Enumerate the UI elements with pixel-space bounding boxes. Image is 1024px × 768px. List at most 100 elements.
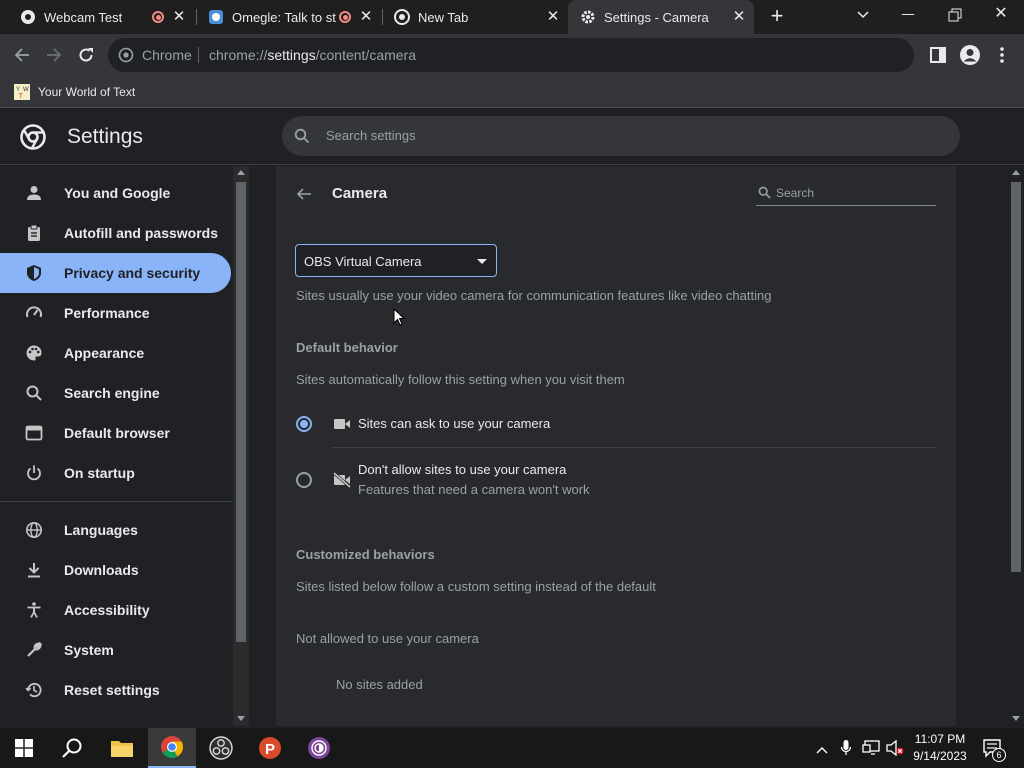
sidebar-item-label: Default browser <box>64 425 170 441</box>
svg-text:Y: Y <box>16 87 20 93</box>
obs-studio-icon[interactable] <box>197 728 245 768</box>
sidebar-item-reset-settings[interactable]: Reset settings <box>0 670 231 710</box>
chrome-taskbar-icon[interactable] <box>148 728 196 768</box>
sidebar-item-performance[interactable]: Performance <box>0 293 231 333</box>
settings-sidebar: You and Google Autofill and passwords Pr… <box>0 166 232 726</box>
chrome-favicon <box>394 9 410 25</box>
new-tab-button[interactable]: + <box>766 5 788 28</box>
scroll-down-arrow-icon[interactable] <box>237 716 245 721</box>
sidebar-item-languages[interactable]: Languages <box>0 510 231 550</box>
camera-search-input[interactable]: Search <box>756 184 936 206</box>
close-tab-icon[interactable]: ✕ <box>546 9 560 24</box>
scroll-up-arrow-icon[interactable] <box>237 170 245 175</box>
option-divider <box>332 447 936 448</box>
tray-chevron-up-icon[interactable] <box>816 742 828 754</box>
scroll-up-arrow-icon[interactable] <box>1012 170 1020 175</box>
camera-device-selected: OBS Virtual Camera <box>304 254 422 269</box>
profile-avatar[interactable] <box>958 43 982 67</box>
tab-title: Settings - Camera <box>604 9 709 25</box>
main-scrollbar-thumb[interactable] <box>1011 182 1021 572</box>
sidebar-item-downloads[interactable]: Downloads <box>0 550 231 590</box>
svg-text:T: T <box>19 94 23 100</box>
tab-settings-camera[interactable]: Settings - Camera ✕ <box>568 0 754 34</box>
network-icon[interactable] <box>862 740 880 756</box>
url-host: chrome:// <box>209 47 268 63</box>
microphone-icon[interactable] <box>840 739 852 757</box>
recording-icon <box>339 11 351 23</box>
forward-button[interactable] <box>42 43 66 67</box>
sidebar-item-on-startup[interactable]: On startup <box>0 453 231 493</box>
sidebar-scrollbar-thumb[interactable] <box>236 182 246 642</box>
sidebar-scrollbar[interactable] <box>233 166 249 726</box>
url-text: chrome://settings/content/camera <box>209 47 416 63</box>
tor-browser-icon[interactable] <box>295 728 343 768</box>
address-bar[interactable]: Chrome chrome://settings/content/camera <box>108 38 914 72</box>
no-sites-added: No sites added <box>336 677 423 692</box>
tab-omegle[interactable]: Omegle: Talk to str ✕ <box>196 0 382 34</box>
tab-webcam-test[interactable]: Webcam Test ✕ <box>0 0 196 34</box>
scroll-down-arrow-icon[interactable] <box>1012 716 1020 721</box>
sidebar-item-label: Accessibility <box>64 602 150 618</box>
url-scheme-label: Chrome <box>142 47 192 63</box>
back-button[interactable] <box>10 43 34 67</box>
taskbar-search-button[interactable] <box>48 728 96 768</box>
bookmark-your-world-of-text[interactable]: YWT Your World of Text <box>14 82 135 102</box>
browser-icon <box>24 423 44 443</box>
close-tab-icon[interactable]: ✕ <box>732 9 746 24</box>
palette-icon <box>24 343 44 363</box>
sidebar-item-label: Downloads <box>64 562 139 578</box>
sidebar-item-privacy-and-security[interactable]: Privacy and security <box>0 253 231 293</box>
url-bold: settings <box>267 47 316 63</box>
main-scrollbar[interactable] <box>1008 166 1024 726</box>
camera-device-select[interactable]: OBS Virtual Camera <box>295 244 497 277</box>
camera-settings-card: Camera Search OBS Virtual Camera Sites u… <box>276 166 956 726</box>
accessibility-icon <box>24 600 44 620</box>
sidebar-item-system[interactable]: System <box>0 630 231 670</box>
close-tab-icon[interactable]: ✕ <box>359 9 373 24</box>
restore-button[interactable] <box>948 8 962 22</box>
sidebar-item-accessibility[interactable]: Accessibility <box>0 590 231 630</box>
p-app-icon[interactable]: P <box>246 728 294 768</box>
reload-button[interactable] <box>74 43 98 67</box>
file-explorer-icon[interactable] <box>98 728 146 768</box>
side-panel-icon[interactable] <box>926 43 950 67</box>
option-allow-row[interactable]: Sites can ask to use your camera <box>276 404 936 446</box>
customized-behaviors-title: Customized behaviors <box>296 547 435 562</box>
tab-title: Webcam Test <box>44 9 123 25</box>
search-icon <box>758 186 771 199</box>
windows-start-button[interactable] <box>0 728 48 768</box>
radio-block[interactable] <box>296 472 312 488</box>
sidebar-item-appearance[interactable]: Appearance <box>0 333 231 373</box>
back-arrow-icon[interactable] <box>296 186 312 202</box>
radio-allow[interactable] <box>296 416 312 432</box>
close-window-button[interactable]: ✕ <box>993 6 1009 22</box>
svg-text:W: W <box>23 87 29 93</box>
volume-muted-icon[interactable] <box>886 739 904 757</box>
search-settings-input[interactable]: Search settings <box>282 116 960 156</box>
chrome-menu-icon[interactable] <box>990 43 1014 67</box>
sidebar-item-search-engine[interactable]: Search engine <box>0 373 231 413</box>
sidebar-item-label: Privacy and security <box>64 265 201 281</box>
sidebar-item-you-and-google[interactable]: You and Google <box>0 173 231 213</box>
yourworldoftext-favicon: YWT <box>14 84 30 100</box>
clock[interactable]: 11:07 PM 9/14/2023 <box>910 731 970 765</box>
tab-title: New Tab <box>418 9 469 25</box>
tab-title: Omegle: Talk to str <box>232 9 336 25</box>
tab-search-icon[interactable] <box>856 8 870 22</box>
sidebar-item-autofill[interactable]: Autofill and passwords <box>0 213 231 253</box>
close-tab-icon[interactable]: ✕ <box>172 9 186 24</box>
option-block-label: Don't allow sites to use your camera <box>358 462 567 477</box>
url-path: /content/camera <box>315 47 416 63</box>
option-block-subtitle: Features that need a camera won't work <box>358 482 590 497</box>
wrench-icon <box>24 640 44 660</box>
videocam-off-icon <box>333 471 351 489</box>
minimize-button[interactable] <box>902 14 914 15</box>
clock-date: 9/14/2023 <box>913 749 967 763</box>
option-block-row[interactable]: Don't allow sites to use your camera Fea… <box>276 454 936 506</box>
customized-behaviors-subtitle: Sites listed below follow a custom setti… <box>296 579 656 594</box>
sidebar-item-label: Languages <box>64 522 138 538</box>
camera-description: Sites usually use your video camera for … <box>296 288 772 303</box>
chrome-secure-icon <box>118 47 134 63</box>
tab-new-tab[interactable]: New Tab ✕ <box>382 0 568 34</box>
sidebar-item-default-browser[interactable]: Default browser <box>0 413 231 453</box>
